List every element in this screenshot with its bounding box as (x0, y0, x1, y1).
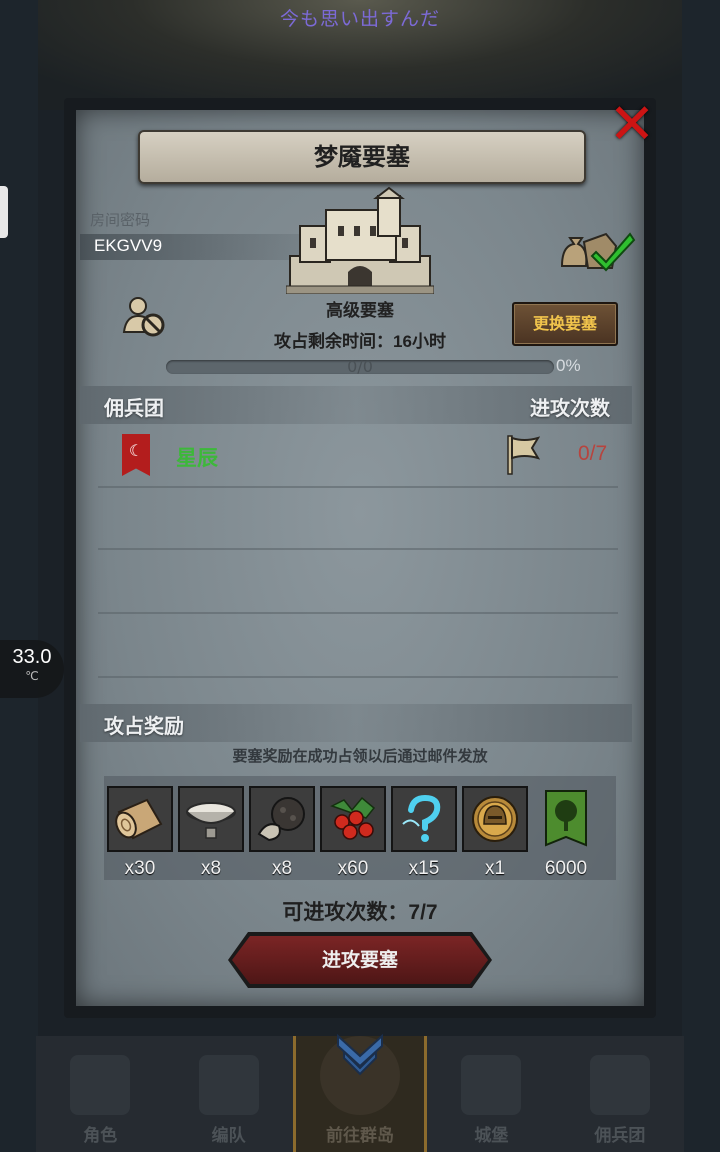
row-divider (98, 612, 618, 614)
progress-text: 0/0 (347, 357, 373, 376)
reward-slot (320, 786, 386, 852)
reward-qty: x1 (484, 858, 506, 879)
reward-qty: x8 (271, 858, 293, 879)
helmet-coin-icon (472, 796, 518, 842)
temperature-unit: ℃ (25, 669, 39, 683)
mercenary-header: 佣兵团 (104, 396, 164, 420)
attack-fortress-button[interactable]: 进攻要塞 (232, 936, 488, 984)
castle-nav-icon (461, 1055, 522, 1115)
nav-item-mercenary[interactable]: 佣兵团 (556, 1036, 684, 1152)
reward-qty: x8 (200, 858, 222, 879)
truffle-icon (257, 797, 305, 842)
time-value: 16小时 (393, 332, 446, 351)
rewards-list: x30 x8 x8 x60 x15 x1 6000 (107, 786, 598, 880)
close-icon: ✕ (608, 92, 656, 157)
reward-slot (249, 786, 315, 852)
row-divider (98, 548, 618, 550)
reward-qty: x30 (124, 858, 156, 879)
guild-attack-count: 0/7 (578, 442, 608, 465)
nav-item-formation[interactable]: 编队 (164, 1036, 292, 1152)
reward-item[interactable]: x30 (107, 786, 173, 880)
supply-bags-check-icon (560, 232, 636, 272)
nav-label: 前往群岛 (326, 1126, 395, 1146)
nav-label: 角色 (83, 1126, 118, 1146)
chevron-down-icon (337, 1033, 383, 1076)
guild-crescent-icon: ☾ (128, 441, 144, 460)
mercenary-icon (589, 1055, 650, 1115)
reward-qty: x15 (408, 858, 440, 879)
mystery-icon (402, 794, 441, 842)
time-label: 攻占剩余时间： (274, 332, 394, 352)
nav-label: 编队 (211, 1126, 246, 1146)
nav-label: 城堡 (474, 1126, 509, 1146)
background-right (682, 0, 720, 1152)
reward-slot (462, 786, 528, 852)
fortress-name: 高级要塞 (326, 301, 394, 321)
reward-slot (178, 786, 244, 852)
attacks-header: 进攻次数 (530, 396, 610, 420)
background-left (0, 0, 38, 1152)
remaining-attempts: 可进攻次数：7/7 (200, 896, 520, 926)
room-code[interactable]: EKGVV9 (94, 236, 162, 256)
reward-qty: 6000 (544, 858, 588, 879)
reward-item[interactable]: x8 (249, 786, 315, 880)
occupation-progress-bar: 0/0 (166, 357, 554, 376)
reward-slot (533, 786, 599, 852)
row-divider (98, 676, 618, 678)
reward-item[interactable]: x8 (178, 786, 244, 880)
reward-slot (391, 786, 457, 852)
reward-item[interactable]: x15 (391, 786, 457, 880)
attempts-value: 7/7 (408, 901, 438, 924)
attack-flag-icon (507, 435, 540, 475)
nav-label: 佣兵团 (594, 1126, 646, 1146)
reward-item[interactable]: 6000 (534, 786, 598, 880)
formation-icon (198, 1055, 259, 1115)
close-button[interactable]: ✕ (606, 97, 658, 153)
temperature-value: 33.0 (12, 646, 52, 668)
room-password-label: 房间密码 (90, 211, 151, 229)
temperature-widget: 33.0 ℃ (0, 640, 64, 698)
castle-icon (286, 186, 434, 294)
wood-log-icon (115, 798, 163, 840)
progress-percent: 0% (556, 356, 581, 375)
berries-icon (330, 796, 376, 840)
dialog-title: 梦魇要塞 (138, 130, 586, 184)
row-divider (98, 486, 618, 488)
nav-item-character[interactable]: 角色 (36, 1036, 164, 1152)
occupation-time: 攻占剩余时间：16小时 (150, 327, 570, 352)
nav-item-castle[interactable]: 城堡 (427, 1036, 555, 1152)
reward-item[interactable]: x1 (462, 786, 528, 880)
tree-banner-icon (545, 790, 587, 847)
reward-slot (107, 786, 173, 852)
side-gem-icon[interactable] (0, 186, 8, 238)
rewards-header: 攻占奖励 (104, 714, 184, 738)
top-banner-text: 今も思い出すんだ (279, 8, 440, 30)
guild-name[interactable]: 星辰 (176, 442, 218, 472)
milk-bowl-icon (186, 802, 236, 839)
reward-qty: x60 (337, 858, 369, 879)
character-icon (70, 1055, 131, 1115)
attempts-label: 可进攻次数： (282, 900, 409, 924)
reward-item[interactable]: x60 (320, 786, 386, 880)
rewards-note: 要塞奖励在成功占领以后通过邮件发放 (232, 747, 488, 765)
